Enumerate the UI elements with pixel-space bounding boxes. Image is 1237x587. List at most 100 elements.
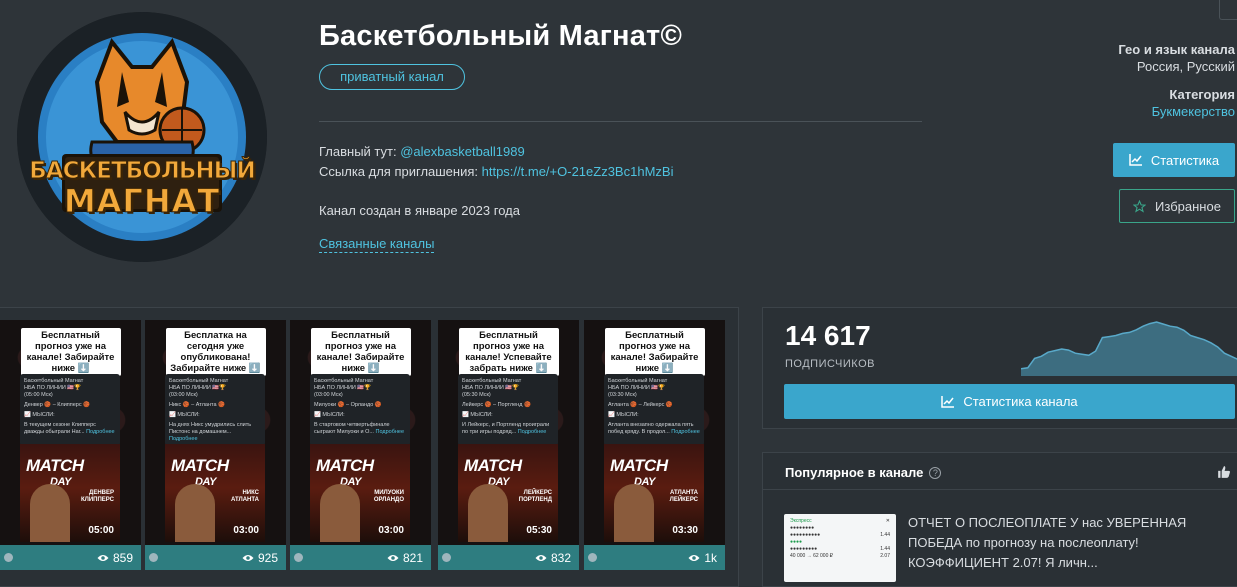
subscriber-label: ПОДПИСЧИКОВ	[785, 358, 875, 370]
card-title: Баскетбольный Магнат	[462, 378, 522, 384]
sparkline-area	[1021, 322, 1237, 376]
card-time: (03:00 Мск)	[314, 392, 343, 398]
category-link[interactable]: Букмекерство	[1152, 104, 1235, 119]
match-teams: МИЛУОКИ ОРЛАНДО	[373, 490, 404, 503]
invite-link[interactable]: https://t.me/+O-21eZz3Bc1hMzBi	[482, 164, 674, 179]
card-more-link[interactable]: Подробнее	[375, 429, 404, 435]
match-time: 03:30	[672, 525, 698, 536]
subscriber-count: 14 617	[785, 320, 871, 351]
popular-title-text: Популярное в канале	[785, 465, 924, 480]
help-icon[interactable]: ?	[929, 467, 942, 479]
owner-label: Главный тут:	[319, 144, 401, 159]
post-caption: Бесплатный прогноз уже на канале! Забира…	[310, 328, 411, 376]
card-time: (05:30 Мск)	[462, 392, 491, 398]
post-telegram-card: Баскетбольный Магнат НБА ПО ЛИНИИ 🇺🇸🏆 (05:…	[458, 374, 558, 446]
card-title: Баскетбольный Магнат	[314, 378, 374, 384]
post-author-icon	[294, 553, 303, 562]
card-more-link[interactable]: Подробнее	[671, 429, 700, 435]
card-time: (03:30 Мск)	[608, 392, 637, 398]
match-day-poster: MATCH DAY АТЛАНТА ЛЕЙКЕРС 03:30	[604, 444, 704, 542]
eye-icon	[242, 554, 254, 561]
player-image	[468, 484, 508, 542]
card-more-link[interactable]: Подробнее	[518, 429, 547, 435]
post-views-bar: 832	[438, 545, 579, 570]
thumbs-up-icon[interactable]	[1217, 465, 1231, 479]
post-author-icon	[442, 553, 451, 562]
popular-post-thumbnail[interactable]: Экспресс ✕ ●●●●●●●● ●●●●●●●●●● 1.44 ●●●● ●…	[784, 514, 896, 582]
post-caption: Бесплатный прогноз уже на канале! Забира…	[20, 328, 121, 376]
card-more-link[interactable]: Подробнее	[86, 429, 115, 435]
player-image	[614, 484, 654, 542]
popular-panel: Популярное в канале? Экспресс ✕ ●●●●●●●● …	[762, 452, 1237, 587]
post-views: 832	[550, 550, 571, 565]
top-corner-control[interactable]	[1219, 0, 1237, 20]
card-match: Милуоки 🏀 – Орландо 🏀	[314, 402, 382, 408]
popular-post-text[interactable]: ОТЧЕТ О ПОСЛЕОПЛАТЕ У нас УВЕРЕННАЯ ПОБЕ…	[908, 513, 1228, 573]
player-image	[175, 484, 215, 542]
thumb-coef: 2.07	[880, 553, 890, 559]
post-views: 925	[257, 550, 278, 565]
created-date: Канал создан в январе 2023 года	[319, 203, 520, 218]
private-channel-badge: приватный канал	[319, 64, 465, 90]
card-text: В текущем сезоне Клипперс дважды обыграл…	[24, 422, 116, 436]
avatar-line-2: МАГНАТ	[63, 182, 221, 221]
card-text: В стартовом четвертьфинале сыграют Милуо…	[314, 422, 406, 436]
invite-label: Ссылка для приглашения:	[319, 164, 482, 179]
thumb-coef-a: 1.44	[880, 532, 890, 538]
post-author-icon	[588, 553, 597, 562]
card-match: Денвер 🏀 – Клипперс 🏀	[24, 402, 90, 408]
card-thoughts: 📈 МЫСЛИ:	[462, 412, 493, 418]
card-title: Баскетбольный Магнат	[24, 378, 84, 384]
post-card[interactable]: Бесплатный прогноз уже на канале! Забира…	[290, 320, 431, 570]
header-divider	[319, 121, 922, 122]
card-more-link[interactable]: Подробнее	[169, 436, 198, 442]
match-day-poster: MATCH DAY НИКС АТЛАНТА 03:00	[165, 444, 265, 542]
post-views-bar: 821	[290, 545, 431, 570]
eye-icon	[535, 554, 547, 561]
match-day-poster: MATCH DAY ДЕНВЕР КЛИППЕРС 05:00	[20, 444, 120, 542]
channel-avatar: БАСКЕТБОЛЬНЫЙ МАГНАТ	[17, 12, 267, 262]
card-text: Атланта внезапно одержала пять побед кря…	[608, 422, 700, 436]
card-thoughts: 📈 МЫСЛИ:	[169, 412, 200, 418]
match-teams: ЛЕЙКЕРС ПОРТЛЕНД	[518, 490, 552, 503]
owner-link[interactable]: @alexbasketball1989	[400, 144, 525, 159]
channel-statistics-button[interactable]: Статистика канала	[784, 384, 1235, 419]
posts-strip: Бесплатный прогноз уже на канале! Забира…	[0, 307, 739, 587]
match-teams: ДЕНВЕР КЛИППЕРС	[81, 490, 114, 503]
card-match: Лейкерс 🏀 – Портленд 🏀	[462, 402, 531, 408]
post-views-bar: 1k	[584, 545, 725, 570]
avatar-line-1: БАСКЕТБОЛЬНЫЙ	[29, 158, 256, 185]
chart-icon	[941, 395, 955, 408]
card-thoughts: 📈 МЫСЛИ:	[314, 412, 345, 418]
card-thoughts: 📈 МЫСЛИ:	[24, 412, 55, 418]
post-card[interactable]: Бесплатный прогноз уже на канале! Забира…	[0, 320, 141, 570]
star-icon	[1133, 199, 1147, 213]
card-text: На днях Никс умудрились слить Пистонс на…	[169, 422, 261, 443]
post-card[interactable]: Бесплатный прогноз уже на канале! Забира…	[584, 320, 725, 570]
match-time: 03:00	[233, 525, 259, 536]
favorites-button[interactable]: Избранное	[1119, 189, 1235, 223]
card-title: Баскетбольный Магнат	[608, 378, 668, 384]
eye-icon	[387, 554, 399, 561]
match-time: 05:00	[88, 525, 114, 536]
subscribers-panel: 14 617 ПОДПИСЧИКОВ Статистика канала	[762, 307, 1237, 429]
invite-line: Ссылка для приглашения: https://t.me/+O-…	[319, 164, 673, 179]
post-telegram-card: Баскетбольный Магнат НБА ПО ЛИНИИ 🇺🇸🏆 (05:…	[20, 374, 120, 446]
popular-divider	[763, 489, 1237, 490]
post-card[interactable]: Бесплатка на сегодня уже опубликована! З…	[145, 320, 286, 570]
statistics-button[interactable]: Статистика	[1113, 143, 1235, 177]
post-views-bar: 859	[0, 545, 141, 570]
card-match: Атланта 🏀 – Лейкерс 🏀	[608, 402, 673, 408]
card-thoughts: 📈 МЫСЛИ:	[608, 412, 639, 418]
chart-icon	[1129, 154, 1142, 166]
geo-label: Гео и язык канала	[1118, 42, 1235, 57]
post-author-icon	[4, 553, 13, 562]
player-image	[320, 484, 360, 542]
post-telegram-card: Баскетбольный Магнат НБА ПО ЛИНИИ 🇺🇸🏆 (03:…	[165, 374, 265, 446]
post-caption: Бесплатка на сегодня уже опубликована! З…	[165, 328, 266, 376]
match-time: 05:30	[526, 525, 552, 536]
post-card[interactable]: Бесплатный прогноз уже на канале! Успева…	[438, 320, 579, 570]
match-teams: НИКС АТЛАНТА	[230, 490, 259, 503]
thumb-total: 40 000 → 62 000 ₽	[790, 553, 833, 559]
related-channels-link[interactable]: Связанные каналы	[319, 236, 435, 253]
